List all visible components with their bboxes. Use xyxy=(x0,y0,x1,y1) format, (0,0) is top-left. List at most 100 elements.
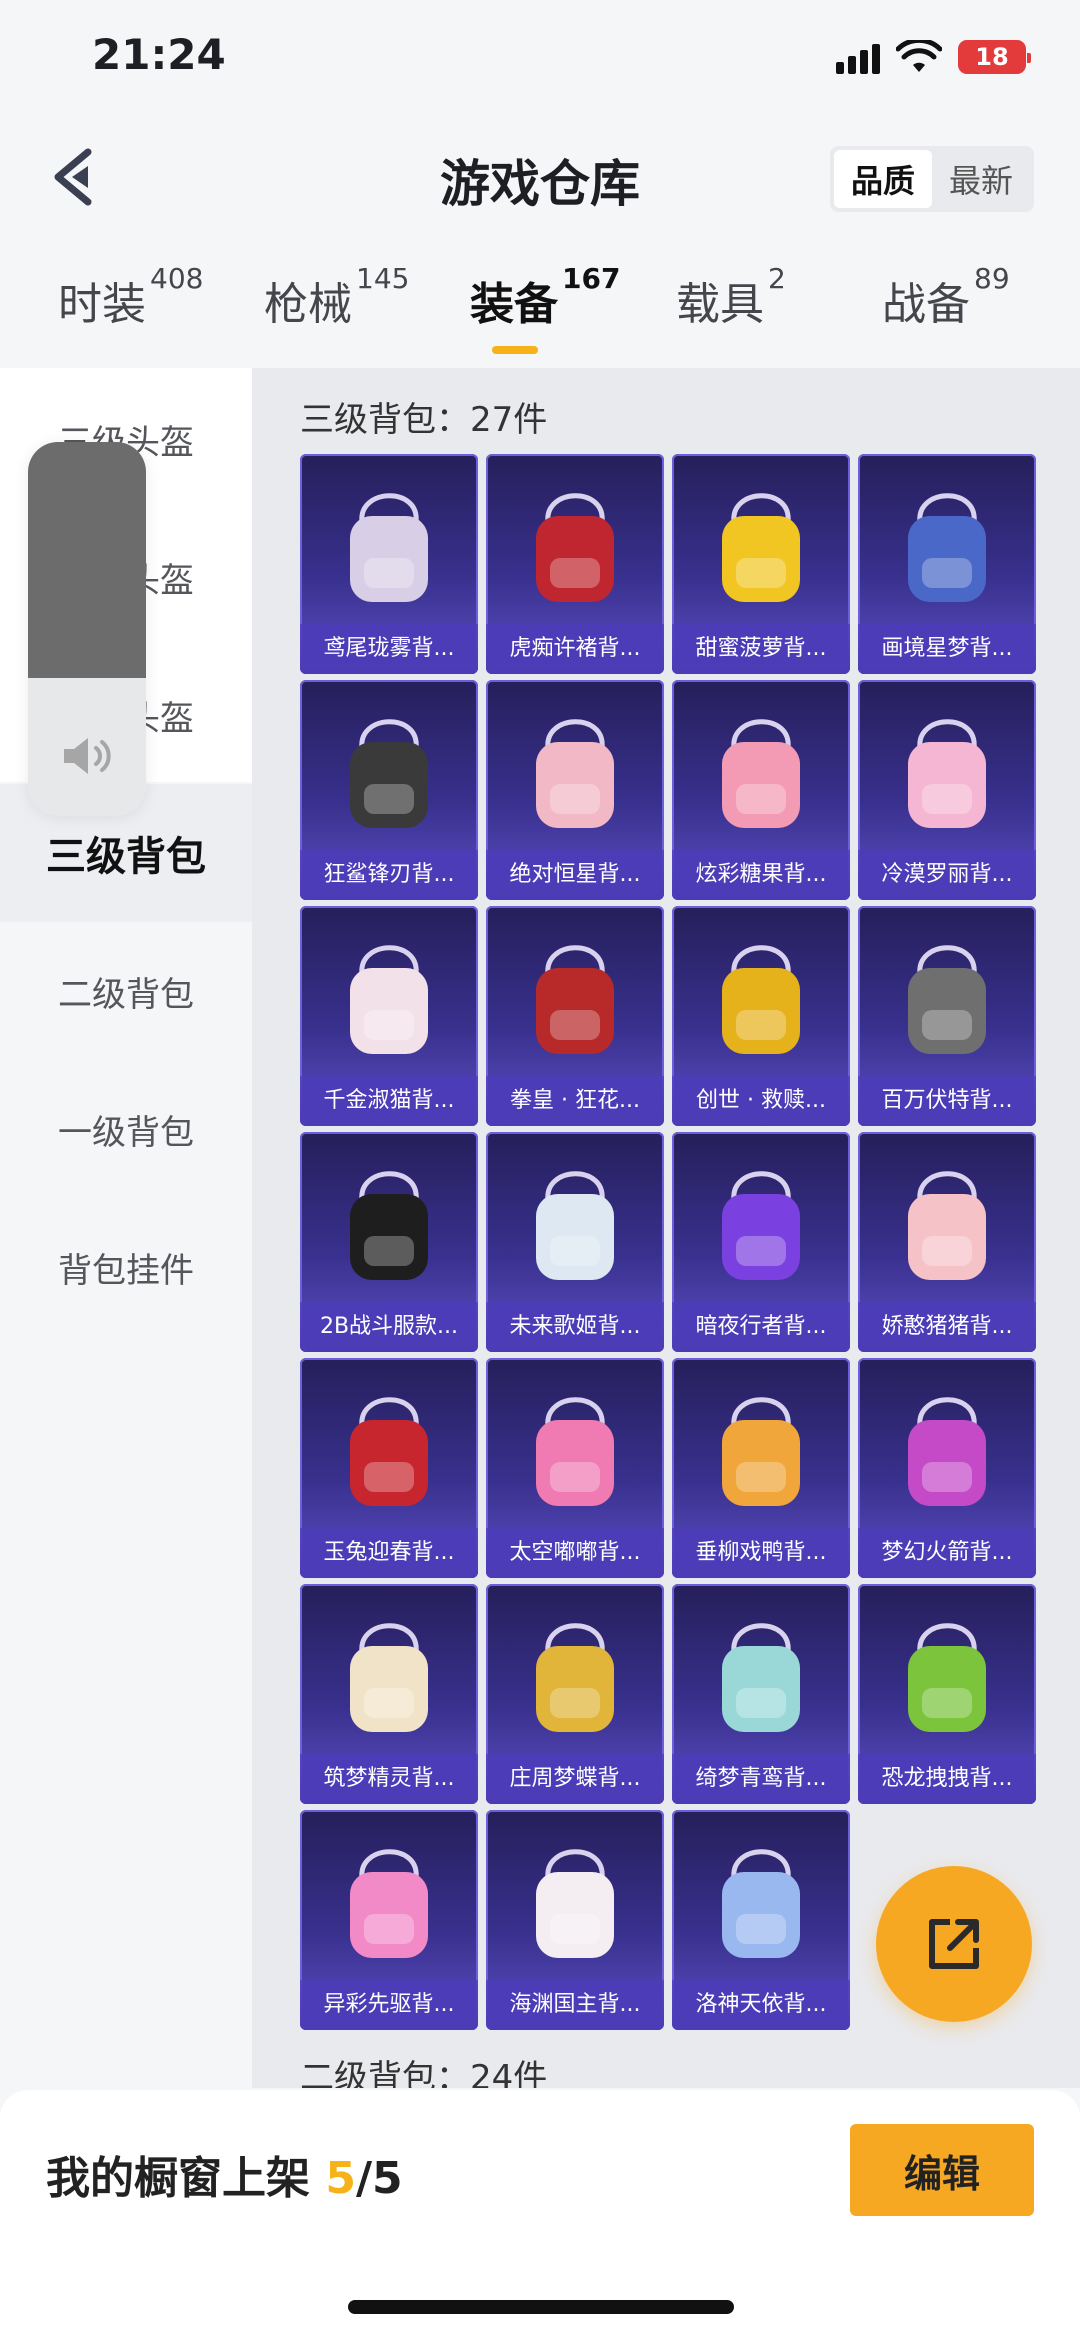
backpack-icon xyxy=(536,493,614,602)
item-card[interactable]: 玉兔迎春背... xyxy=(300,1358,478,1578)
item-name: 恐龙拽拽背... xyxy=(858,1754,1036,1804)
item-name: 甜蜜菠萝背... xyxy=(672,624,850,674)
backpack-icon xyxy=(908,1397,986,1506)
backpack-icon xyxy=(536,1623,614,1732)
item-card[interactable]: 千金淑猫背... xyxy=(300,906,478,1126)
battery-level: 18 xyxy=(975,43,1009,71)
section-label-level3-backpack: 三级背包：27件 xyxy=(300,400,548,440)
speaker-icon xyxy=(64,738,111,774)
volume-slider[interactable] xyxy=(28,442,146,816)
section-label-level2-backpack: 二级背包：24件 xyxy=(300,2058,548,2088)
item-name: 炫彩糖果背... xyxy=(672,850,850,900)
item-name: 垂柳戏鸭背... xyxy=(672,1528,850,1578)
item-name: 玉兔迎春背... xyxy=(300,1528,478,1578)
showcase-label: 我的橱窗上架 xyxy=(46,2153,310,2204)
item-card[interactable]: 娇憨猪猪背... xyxy=(858,1132,1036,1352)
item-card[interactable]: 虎痴许褚背... xyxy=(486,454,664,674)
item-card[interactable]: 恐龙拽拽背... xyxy=(858,1584,1036,1804)
sidebar-item-level1-backpack[interactable]: 一级背包 xyxy=(0,1060,252,1198)
backpack-icon xyxy=(722,493,800,602)
item-card[interactable]: 冷漠罗丽背... xyxy=(858,680,1036,900)
backpack-icon xyxy=(722,1849,800,1958)
item-card[interactable]: 绝对恒星背... xyxy=(486,680,664,900)
item-card[interactable]: 垂柳戏鸭背... xyxy=(672,1358,850,1578)
item-name: 画境星梦背... xyxy=(858,624,1036,674)
backpack-icon xyxy=(350,1623,428,1732)
item-panel: 三级背包：27件 鸢尾珑雾背... 虎痴许褚背... 甜蜜菠萝背... 画境星梦背..… xyxy=(252,368,1080,2088)
item-name: 海渊国主背... xyxy=(486,1980,664,2030)
backpack-icon xyxy=(350,1171,428,1280)
sort-quality-button[interactable]: 品质 xyxy=(834,150,932,208)
backpack-icon xyxy=(350,1849,428,1958)
battery-icon: 18 xyxy=(958,40,1031,74)
showcase-status: 我的橱窗上架 5/5 xyxy=(46,2142,403,2206)
home-indicator xyxy=(348,2300,734,2314)
backpack-icon xyxy=(722,1397,800,1506)
item-name: 千金淑猫背... xyxy=(300,1076,478,1126)
item-name: 庄周梦蝶背... xyxy=(486,1754,664,1804)
backpack-icon xyxy=(350,719,428,828)
active-tab-indicator xyxy=(492,346,538,354)
item-card[interactable]: 炫彩糖果背... xyxy=(672,680,850,900)
item-card[interactable]: 拳皇 · 狂花... xyxy=(486,906,664,1126)
item-card[interactable]: 庄周梦蝶背... xyxy=(486,1584,664,1804)
sidebar-item-level2-backpack[interactable]: 二级背包 xyxy=(0,922,252,1060)
item-card[interactable]: 太空嘟嘟背... xyxy=(486,1358,664,1578)
item-card[interactable]: 暗夜行者背... xyxy=(672,1132,850,1352)
item-card[interactable]: 未来歌姬背... xyxy=(486,1132,664,1352)
item-card[interactable]: 2B战斗服款... xyxy=(300,1132,478,1352)
item-name: 鸢尾珑雾背... xyxy=(300,624,478,674)
backpack-icon xyxy=(722,719,800,828)
item-name: 创世 · 救赎... xyxy=(672,1076,850,1126)
tab-fashion[interactable]: 时装408 xyxy=(58,262,203,332)
backpack-icon xyxy=(536,1397,614,1506)
item-card[interactable]: 海渊国主背... xyxy=(486,1810,664,2030)
item-card[interactable]: 狂鲨锋刃背... xyxy=(300,680,478,900)
item-name: 梦幻火箭背... xyxy=(858,1528,1036,1578)
item-name: 拳皇 · 狂花... xyxy=(486,1076,664,1126)
item-card[interactable]: 创世 · 救赎... xyxy=(672,906,850,1126)
item-name: 洛神天依背... xyxy=(672,1980,850,2030)
backpack-icon xyxy=(536,945,614,1054)
backpack-icon xyxy=(908,1623,986,1732)
backpack-icon xyxy=(722,1171,800,1280)
cellular-signal-icon xyxy=(836,44,880,74)
item-name: 冷漠罗丽背... xyxy=(858,850,1036,900)
tab-weapons[interactable]: 枪械145 xyxy=(264,262,409,332)
status-bar: 21:24 18 xyxy=(0,0,1080,120)
item-name: 百万伏特背... xyxy=(858,1076,1036,1126)
item-card[interactable]: 画境星梦背... xyxy=(858,454,1036,674)
item-name: 未来歌姬背... xyxy=(486,1302,664,1352)
item-name: 虎痴许褚背... xyxy=(486,624,664,674)
tab-vehicles[interactable]: 载具2 xyxy=(676,262,786,332)
category-tabs: 时装408 枪械145 装备167 载具2 战备89 xyxy=(0,262,1080,358)
backpack-icon xyxy=(350,1397,428,1506)
item-card[interactable]: 百万伏特背... xyxy=(858,906,1036,1126)
item-card[interactable]: 异彩先驱背... xyxy=(300,1810,478,2030)
volume-level-fill xyxy=(28,442,146,678)
item-name: 异彩先驱背... xyxy=(300,1980,478,2030)
sidebar-item-backpack-charms[interactable]: 背包挂件 xyxy=(0,1198,252,1336)
sort-toggle[interactable]: 品质 最新 xyxy=(830,146,1034,212)
item-card[interactable]: 筑梦精灵背... xyxy=(300,1584,478,1804)
item-card[interactable]: 梦幻火箭背... xyxy=(858,1358,1036,1578)
tab-equipment[interactable]: 装备167 xyxy=(470,262,620,332)
item-card[interactable]: 鸢尾珑雾背... xyxy=(300,454,478,674)
backpack-icon xyxy=(722,1623,800,1732)
tab-supplies[interactable]: 战备89 xyxy=(882,262,1010,332)
sort-newest-button[interactable]: 最新 xyxy=(932,150,1030,208)
share-button[interactable] xyxy=(876,1866,1032,2022)
item-card[interactable]: 甜蜜菠萝背... xyxy=(672,454,850,674)
backpack-icon xyxy=(908,493,986,602)
item-card[interactable]: 洛神天依背... xyxy=(672,1810,850,2030)
backpack-icon xyxy=(536,719,614,828)
backpack-icon xyxy=(908,719,986,828)
item-card[interactable]: 绮梦青鸾背... xyxy=(672,1584,850,1804)
backpack-icon xyxy=(350,945,428,1054)
backpack-icon xyxy=(908,1171,986,1280)
item-name: 暗夜行者背... xyxy=(672,1302,850,1352)
item-name: 筑梦精灵背... xyxy=(300,1754,478,1804)
showcase-current-count: 5 xyxy=(325,2153,356,2204)
backpack-icon xyxy=(536,1171,614,1280)
edit-button[interactable]: 编辑 xyxy=(850,2124,1034,2216)
